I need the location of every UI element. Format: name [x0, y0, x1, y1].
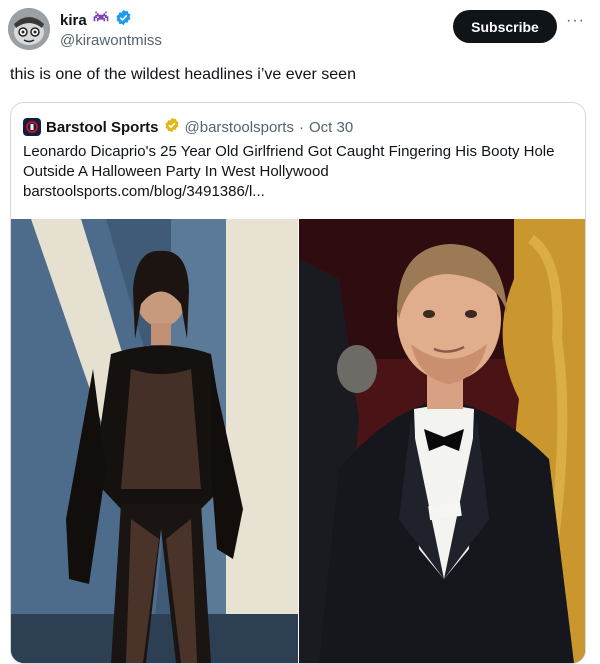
author-display-name[interactable]: kira: [60, 12, 87, 29]
author-avatar[interactable]: [8, 8, 50, 50]
quoted-post-header: Barstool Sports @barstoolsports · Oct 30: [23, 117, 353, 137]
gold-verified-badge-icon: [164, 117, 180, 137]
tweet-text: this is one of the wildest headlines i’v…: [10, 66, 356, 83]
quoted-link[interactable]: barstoolsports.com/blog/3491386/l...: [23, 182, 571, 202]
more-options-icon[interactable]: ···: [566, 12, 585, 30]
quoted-handle[interactable]: @barstoolsports: [185, 119, 294, 136]
quoted-display-name[interactable]: Barstool Sports: [46, 119, 159, 136]
quoted-headline: Leonardo Dicaprio's 25 Year Old Girlfrie…: [23, 143, 555, 180]
author-name-row: kira: [60, 9, 132, 31]
meta-separator: ·: [298, 118, 304, 136]
author-handle[interactable]: @kirawontmiss: [60, 32, 162, 49]
quoted-post-text: Leonardo Dicaprio's 25 Year Old Girlfrie…: [23, 142, 571, 202]
photo-woman-black-dress[interactable]: [11, 219, 298, 663]
subscribe-button[interactable]: Subscribe: [453, 10, 557, 43]
barstool-logo-icon: [23, 118, 41, 136]
verified-badge-icon: [115, 9, 132, 31]
photo-man-tuxedo[interactable]: [299, 219, 585, 663]
space-invader-icon: [92, 10, 110, 31]
avatar-image: [8, 8, 50, 50]
quoted-date[interactable]: Oct 30: [309, 119, 353, 136]
quoted-media[interactable]: [11, 219, 585, 663]
quoted-post-card[interactable]: Barstool Sports @barstoolsports · Oct 30…: [10, 102, 586, 664]
